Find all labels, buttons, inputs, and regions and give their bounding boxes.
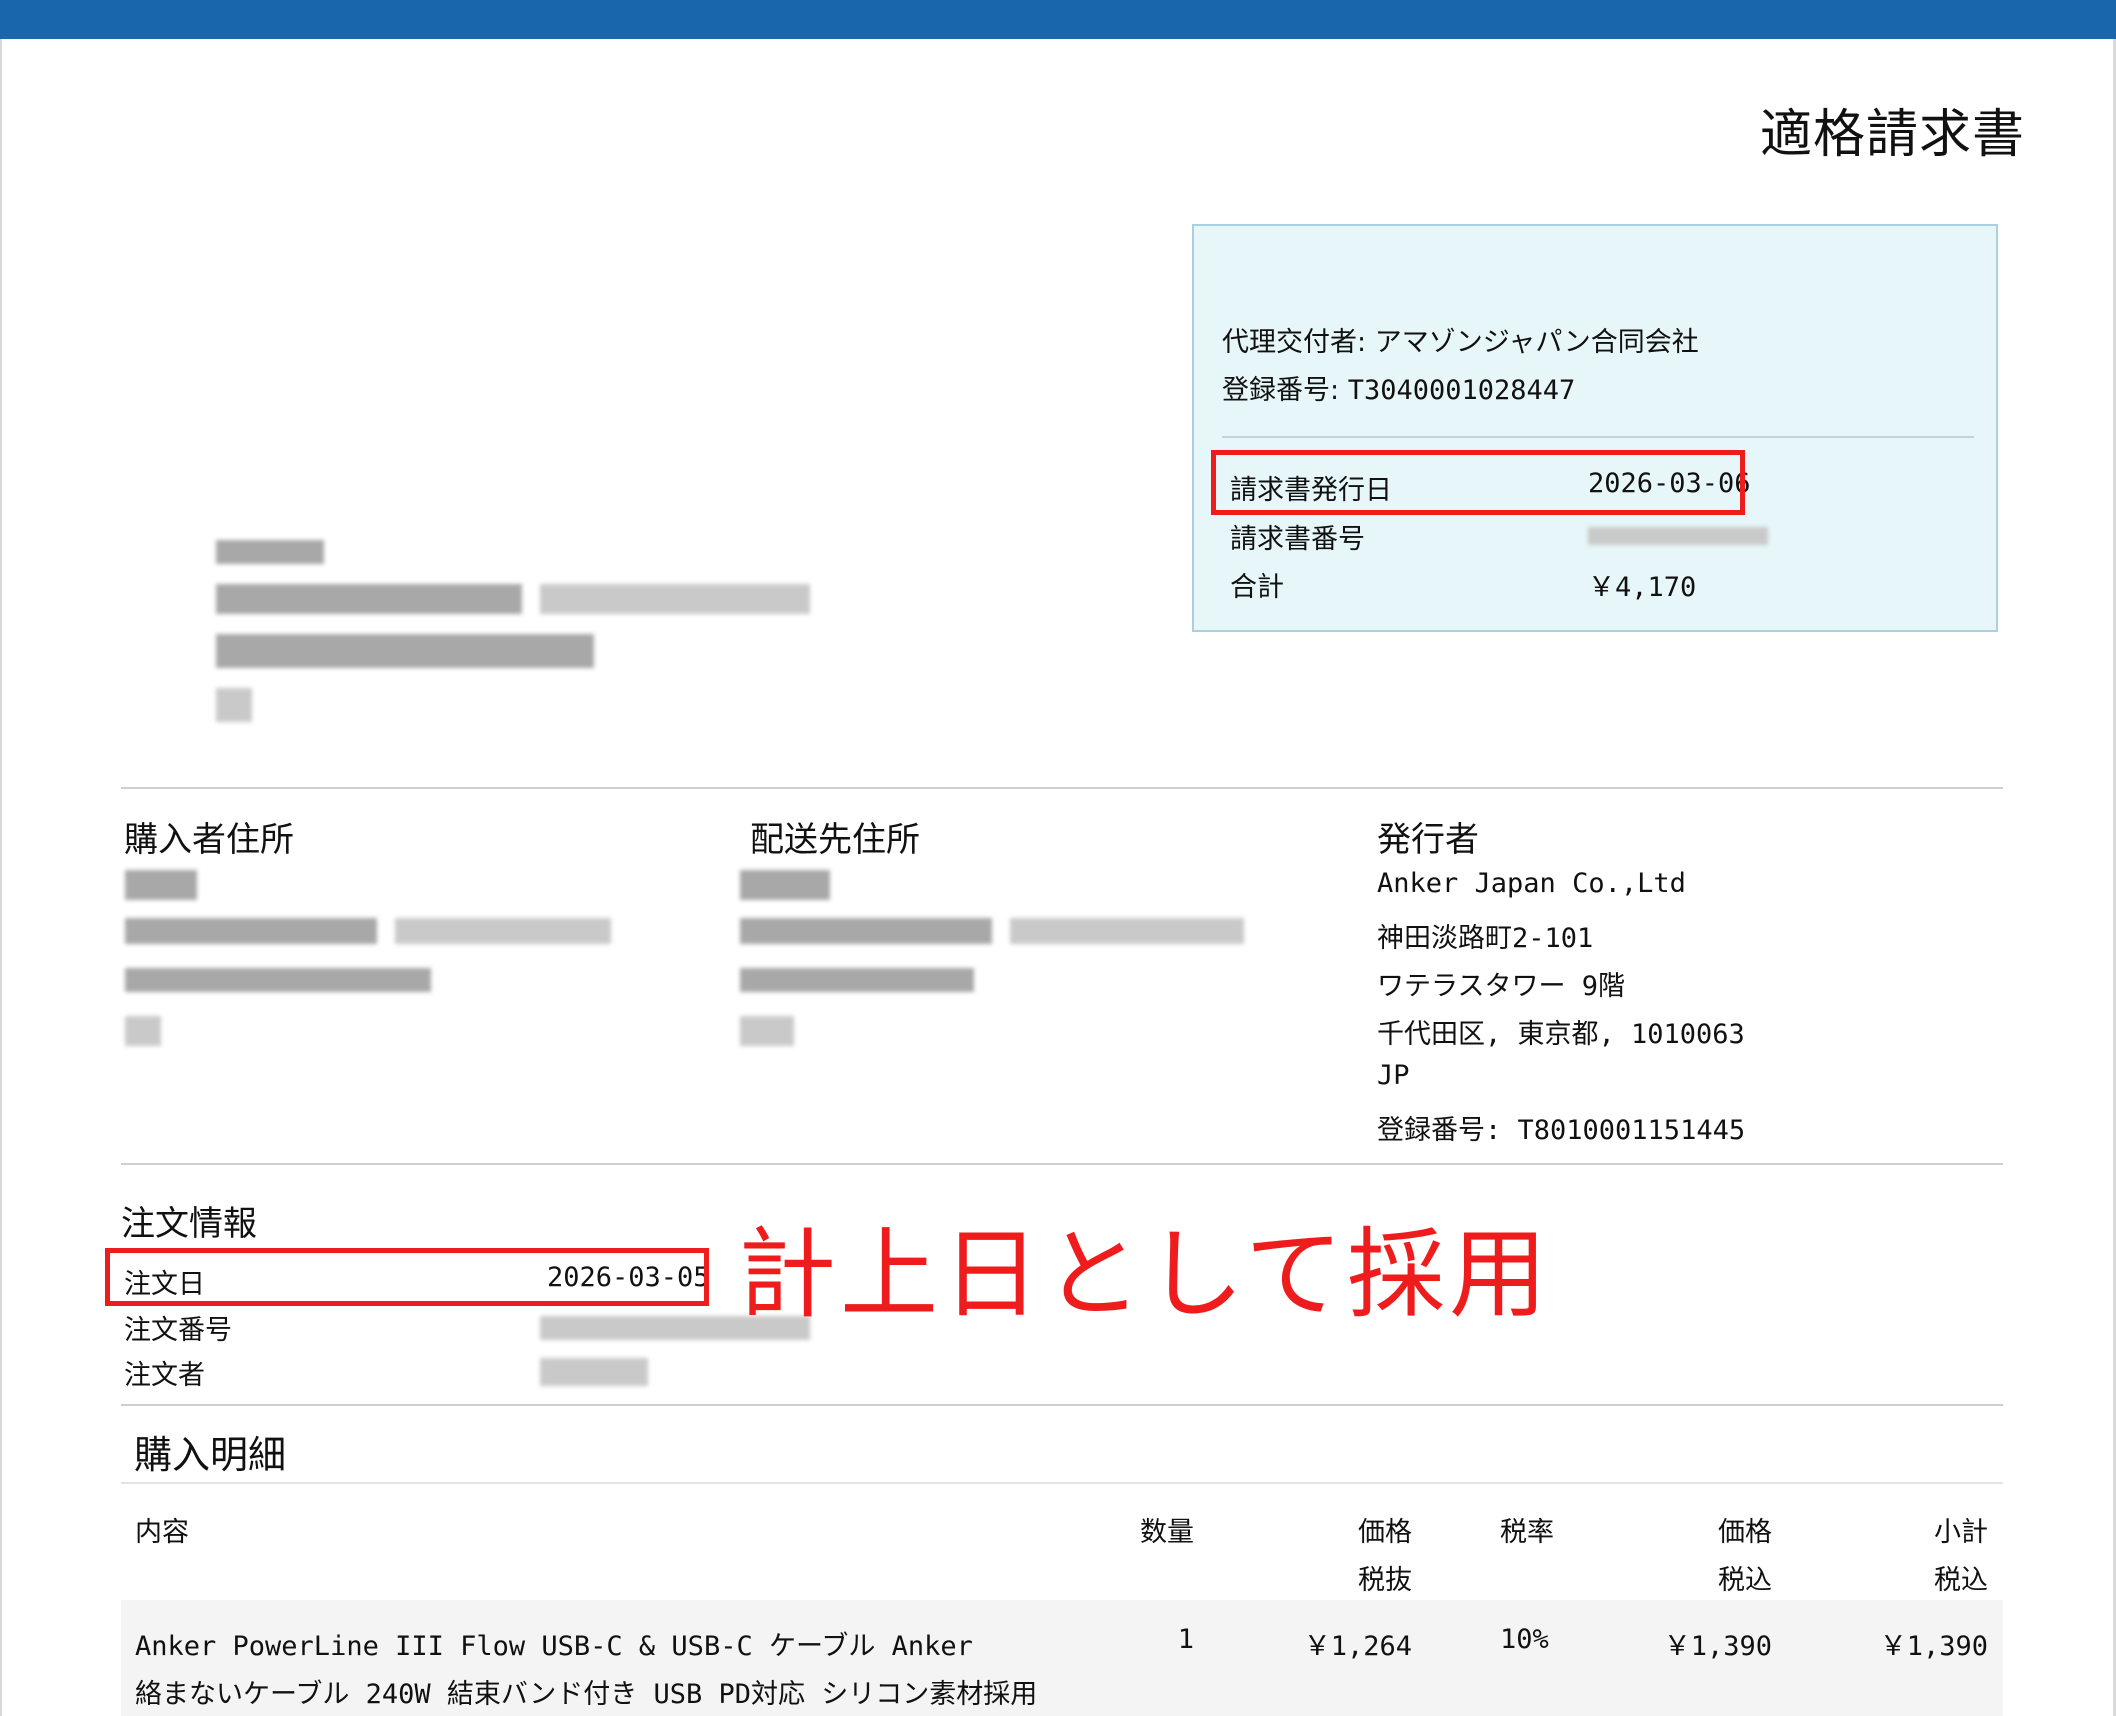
page-border-left [0, 39, 2, 1716]
redacted-recipient-line [216, 688, 252, 722]
issuer-country: JP [1377, 1060, 1410, 1091]
redacted-recipient-line [216, 584, 522, 614]
redacted-shipping-address [740, 968, 974, 992]
redacted-buyer-address [125, 1016, 161, 1046]
col-header-quantity: 数量 [1140, 1517, 1194, 1548]
invoice-number-label: 請求書番号 [1230, 524, 1365, 555]
col-header-price-excl-sub: 税抜 [1358, 1565, 1412, 1596]
section-divider [121, 787, 2003, 789]
redacted-shipping-address [740, 870, 830, 900]
order-date-highlight-box [105, 1248, 709, 1306]
col-header-description: 内容 [135, 1517, 189, 1548]
purchase-details-heading: 購入明細 [134, 1433, 287, 1477]
col-header-subtotal: 小計 [1934, 1517, 1988, 1548]
item-price-excl: ￥1,264 [1303, 1631, 1412, 1662]
order-info-heading: 注文情報 [121, 1204, 257, 1244]
item-price-incl: ￥1,390 [1663, 1631, 1772, 1662]
shipping-address-heading: 配送先住所 [750, 820, 920, 860]
total-value: ￥4,170 [1588, 572, 1697, 603]
document-title: 適格請求書 [1760, 105, 2026, 165]
col-header-price-excl: 価格 [1358, 1517, 1412, 1548]
redacted-orderer [540, 1358, 648, 1386]
summary-divider [1222, 436, 1974, 438]
col-header-price-incl: 価格 [1718, 1517, 1772, 1548]
issuer-reg-number: 登録番号: T8010001151445 [1377, 1115, 1746, 1146]
item-description-line1: Anker PowerLine III Flow USB-C & USB-C ケ… [135, 1631, 973, 1662]
issue-date-highlight-box [1211, 450, 1745, 515]
redacted-recipient-line [540, 584, 810, 614]
redacted-buyer-address [125, 870, 197, 900]
issuer-street: 神田淡路町2-101 [1377, 923, 1594, 954]
redacted-recipient-line [216, 634, 594, 668]
top-accent-bar [0, 0, 2116, 39]
buyer-address-heading: 購入者住所 [124, 820, 294, 860]
item-description-line2: 絡まないケーブル 240W 結束バンド付き USB PD対応 シリコン素材採用 [135, 1679, 1038, 1710]
accounting-date-annotation: 計上日として採用 [738, 1218, 1552, 1332]
col-header-tax-rate: 税率 [1500, 1517, 1554, 1548]
redacted-shipping-address [740, 918, 992, 944]
order-number-label: 注文番号 [124, 1315, 232, 1346]
agent-name: アマゾンジャパン合同会社 [1374, 327, 1699, 358]
table-header-divider [121, 1482, 2003, 1484]
agent-reg-label: 登録番号: [1222, 375, 1340, 406]
redacted-shipping-address [1010, 918, 1244, 944]
item-tax-rate: 10% [1500, 1624, 1549, 1655]
section-divider [121, 1163, 2003, 1165]
col-header-price-incl-sub: 税込 [1718, 1565, 1772, 1596]
orderer-label: 注文者 [124, 1360, 205, 1391]
issuer-company: Anker Japan Co.,Ltd [1377, 868, 1686, 899]
agent-reg-line: 登録番号: T3040001028447 [1222, 368, 1575, 407]
issuer-building: ワテラスタワー 9階 [1377, 971, 1625, 1002]
total-label: 合計 [1230, 572, 1284, 603]
item-subtotal: ￥1,390 [1879, 1631, 1988, 1662]
redacted-invoice-number [1588, 527, 1768, 545]
agent-reg-number: T3040001028447 [1347, 375, 1576, 406]
issuer-city: 千代田区, 東京都, 1010063 [1377, 1019, 1745, 1050]
redacted-buyer-address [395, 918, 611, 944]
redacted-recipient-line [216, 540, 324, 564]
agent-line: 代理交付者: アマゾンジャパン合同会社 [1222, 320, 1699, 359]
section-divider [121, 1404, 2003, 1406]
agent-label: 代理交付者: [1222, 327, 1367, 358]
issuer-heading: 発行者 [1377, 820, 1479, 860]
redacted-buyer-address [125, 968, 431, 992]
invoice-summary-box: 代理交付者: アマゾンジャパン合同会社 登録番号: T3040001028447… [1192, 224, 1998, 632]
redacted-shipping-address [740, 1016, 794, 1046]
col-header-subtotal-sub: 税込 [1934, 1565, 1988, 1596]
item-quantity: 1 [1177, 1624, 1194, 1655]
redacted-buyer-address [125, 918, 377, 944]
